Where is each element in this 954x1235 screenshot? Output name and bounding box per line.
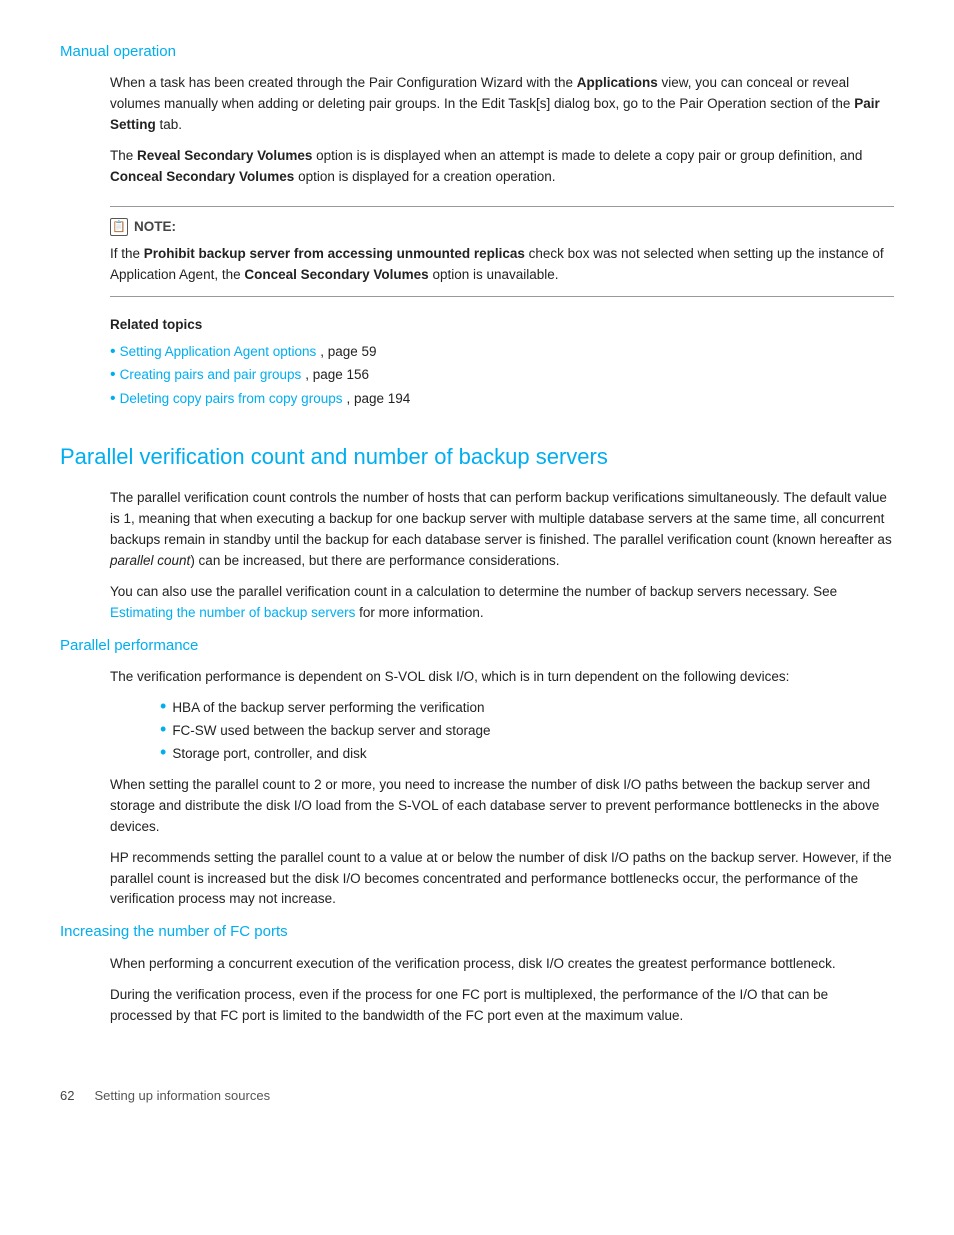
related-link-1[interactable]: Setting Application Agent options <box>120 342 317 363</box>
parallel-verification-section: Parallel verification count and number o… <box>60 440 894 1026</box>
parallel-performance-bullets: • HBA of the backup server performing th… <box>160 698 894 765</box>
list-item: • Creating pairs and pair groups, page 1… <box>110 365 894 386</box>
increasing-fc-ports-section: Increasing the number of FC ports When p… <box>60 920 894 1026</box>
prohibit-backup-bold: Prohibit backup server from accessing un… <box>144 246 525 261</box>
manual-operation-section: Manual operation When a task has been cr… <box>60 40 894 410</box>
related-link-3[interactable]: Deleting copy pairs from copy groups <box>120 389 343 410</box>
parallel-performance-para3: HP recommends setting the parallel count… <box>110 848 894 911</box>
bullet-icon: • <box>160 697 166 715</box>
fc-ports-para1: When performing a concurrent execution o… <box>110 954 894 975</box>
bullet-icon: • <box>110 367 116 383</box>
bullet-icon: • <box>110 391 116 407</box>
parallel-verification-para2: You can also use the parallel verificati… <box>110 582 894 624</box>
parallel-verification-para1: The parallel verification count controls… <box>110 488 894 572</box>
list-item: • Storage port, controller, and disk <box>160 744 894 765</box>
footer-caption: Setting up information sources <box>94 1086 270 1106</box>
parallel-count-italic: parallel count <box>110 553 190 568</box>
list-item: • Deleting copy pairs from copy groups, … <box>110 389 894 410</box>
page-footer: 62 Setting up information sources <box>60 1086 894 1106</box>
parallel-verification-heading: Parallel verification count and number o… <box>60 440 894 474</box>
applications-bold: Applications <box>577 75 658 90</box>
parallel-performance-section: Parallel performance The verification pe… <box>60 634 894 910</box>
related-link-2[interactable]: Creating pairs and pair groups <box>120 365 302 386</box>
manual-operation-para2: The Reveal Secondary Volumes option is i… <box>110 146 894 188</box>
related-topics-list: • Setting Application Agent options, pag… <box>110 342 894 411</box>
manual-operation-para1: When a task has been created through the… <box>110 73 894 136</box>
conceal-secondary-note-bold: Conceal Secondary Volumes <box>244 267 428 282</box>
bullet-icon: • <box>160 743 166 761</box>
note-label: NOTE: <box>134 217 176 238</box>
estimating-link[interactable]: Estimating the number of backup servers <box>110 605 355 620</box>
parallel-performance-heading: Parallel performance <box>60 634 894 657</box>
fc-ports-para2: During the verification process, even if… <box>110 985 894 1027</box>
conceal-secondary-bold: Conceal Secondary Volumes <box>110 169 294 184</box>
manual-operation-heading: Manual operation <box>60 40 894 63</box>
list-item: • HBA of the backup server performing th… <box>160 698 894 719</box>
bullet-icon: • <box>160 720 166 738</box>
note-box: 📋 NOTE: If the Prohibit backup server fr… <box>110 206 894 297</box>
note-icon: 📋 <box>110 218 128 236</box>
related-topics-title: Related topics <box>110 315 894 336</box>
bullet-icon: • <box>110 344 116 360</box>
increasing-fc-ports-heading: Increasing the number of FC ports <box>60 920 894 943</box>
list-item: • FC-SW used between the backup server a… <box>160 721 894 742</box>
parallel-performance-para2: When setting the parallel count to 2 or … <box>110 775 894 838</box>
related-topics: Related topics • Setting Application Age… <box>110 315 894 411</box>
list-item: • Setting Application Agent options, pag… <box>110 342 894 363</box>
footer-page-number: 62 <box>60 1086 74 1106</box>
parallel-performance-para1: The verification performance is dependen… <box>110 667 894 688</box>
note-content: If the Prohibit backup server from acces… <box>110 244 894 286</box>
reveal-secondary-bold: Reveal Secondary Volumes <box>137 148 312 163</box>
note-header: 📋 NOTE: <box>110 217 894 238</box>
